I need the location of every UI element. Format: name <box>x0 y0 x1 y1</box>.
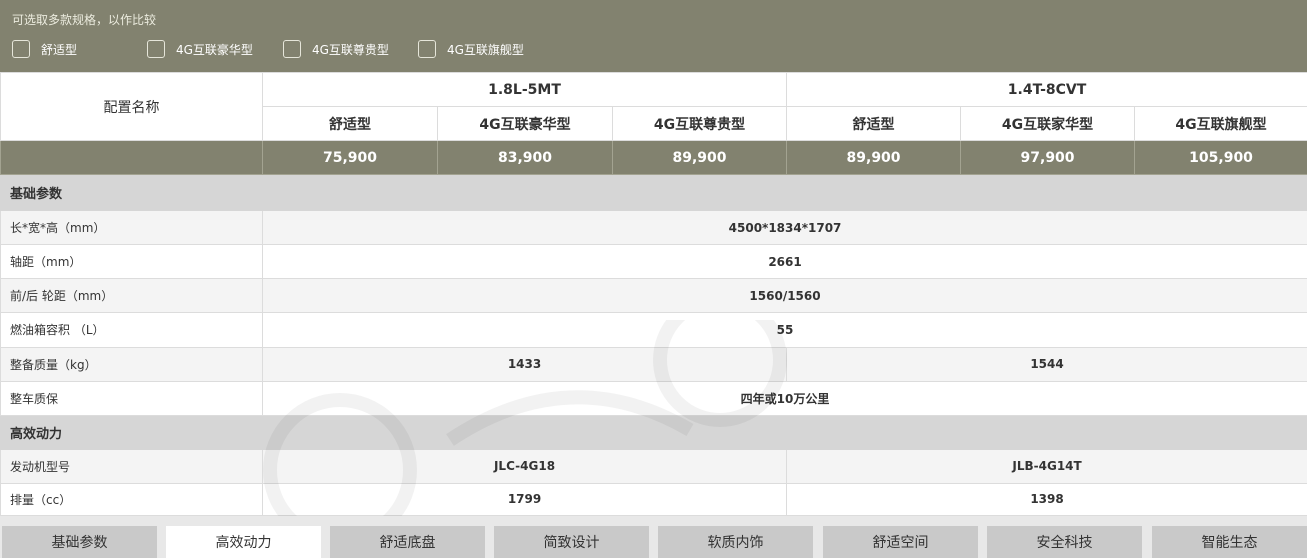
spec-value: 1398 <box>786 482 1307 517</box>
config-name-header: 配置名称 <box>0 71 263 142</box>
tab-comfort-space[interactable]: 舒适空间 <box>823 526 978 558</box>
option-luxury[interactable]: 4G互联豪华型 <box>147 39 283 59</box>
checkbox-comfort[interactable] <box>12 40 30 58</box>
spec-value: 1560/1560 <box>261 278 1307 314</box>
option-label-comfort: 舒适型 <box>41 42 78 57</box>
spec-value: 2661 <box>261 244 1307 280</box>
tab-efficient-power[interactable]: 高效动力 <box>166 526 321 558</box>
spec-label: 轴距（mm） <box>0 244 263 280</box>
group-1-8l-header: 1.8L-5MT <box>261 71 788 108</box>
trim-header: 舒适型 <box>262 106 438 142</box>
spec-row-warranty: 整车质保 四年或10万公里 <box>0 380 1307 416</box>
option-comfort[interactable]: 舒适型 <box>12 39 147 59</box>
spec-value: 四年或10万公里 <box>261 380 1307 416</box>
spec-table: 配置名称 1.8L-5MT 1.4T-8CVT 舒适型 4G互联豪华型 4G互联… <box>0 71 1307 517</box>
tab-soft-interior[interactable]: 软质内饰 <box>658 526 813 558</box>
section-basic-title: 基础参数 <box>0 174 1307 212</box>
trim-header: 4G互联旗舰型 <box>1134 106 1307 142</box>
spec-value: 55 <box>261 312 1307 348</box>
spec-value: 1433 <box>261 346 788 382</box>
spec-row-fuel: 燃油箱容积 （L） 55 <box>0 312 1307 348</box>
group-1-4t-header: 1.4T-8CVT <box>786 71 1307 108</box>
trim-options: 舒适型 4G互联豪华型 4G互联尊贵型 4G互联旗舰型 <box>12 39 548 59</box>
section-basic-row: 基础参数 <box>0 174 1307 212</box>
tab-safety-tech[interactable]: 安全科技 <box>987 526 1142 558</box>
tab-comfort-chassis[interactable]: 舒适底盘 <box>330 526 485 558</box>
option-label-flagship: 4G互联旗舰型 <box>447 42 524 57</box>
spec-label: 前/后 轮距（mm） <box>0 278 263 314</box>
spec-label: 发动机型号 <box>0 448 263 484</box>
spec-value: JLB-4G14T <box>786 448 1307 484</box>
spec-label: 整车质保 <box>0 380 263 416</box>
tab-smart-ecosystem[interactable]: 智能生态 <box>1152 526 1307 558</box>
spec-value: JLC-4G18 <box>261 448 788 484</box>
tab-simple-design[interactable]: 简致设计 <box>494 526 649 558</box>
spec-value: 1544 <box>786 346 1307 382</box>
compare-filter-panel: 可选取多款规格，以作比较 舒适型 4G互联豪华型 4G互联尊贵型 4G互联旗舰型 <box>0 0 1307 72</box>
price-cell: 105,900 <box>1134 140 1307 176</box>
trim-header: 4G互联豪华型 <box>437 106 613 142</box>
price-cell: 83,900 <box>437 140 613 176</box>
option-label-luxury: 4G互联豪华型 <box>176 42 253 57</box>
spec-row-wheelbase: 轴距（mm） 2661 <box>0 244 1307 280</box>
price-label-cell <box>0 140 263 176</box>
spec-row-displacement: 排量（cc） 1799 1398 <box>0 482 1307 517</box>
checkbox-premium[interactable] <box>283 40 301 58</box>
option-premium[interactable]: 4G互联尊贵型 <box>283 39 418 59</box>
compare-hint: 可选取多款规格，以作比较 <box>12 13 157 27</box>
spec-label: 长*宽*高（mm） <box>0 210 263 246</box>
option-flagship[interactable]: 4G互联旗舰型 <box>418 39 548 59</box>
checkbox-flagship[interactable] <box>418 40 436 58</box>
tab-basic-params[interactable]: 基础参数 <box>2 526 157 558</box>
section-power-row: 高效动力 <box>0 414 1307 450</box>
spec-value: 1799 <box>261 482 788 517</box>
group-header-row: 配置名称 1.8L-5MT 1.4T-8CVT <box>0 71 1307 142</box>
option-label-premium: 4G互联尊贵型 <box>312 42 389 57</box>
price-cell: 89,900 <box>786 140 962 176</box>
spec-row-dims: 长*宽*高（mm） 4500*1834*1707 <box>0 210 1307 246</box>
spec-value: 4500*1834*1707 <box>261 210 1307 246</box>
spec-label: 整备质量（kg） <box>0 346 263 382</box>
spec-label: 燃油箱容积 （L） <box>0 312 263 348</box>
trim-header: 4G互联家华型 <box>960 106 1136 142</box>
price-cell: 97,900 <box>960 140 1136 176</box>
checkbox-luxury[interactable] <box>147 40 165 58</box>
section-power-title: 高效动力 <box>0 414 1307 450</box>
spec-row-weight: 整备质量（kg） 1433 1544 <box>0 346 1307 382</box>
section-tabs: 基础参数 高效动力 舒适底盘 简致设计 软质内饰 舒适空间 安全科技 智能生态 <box>0 516 1307 558</box>
trim-header: 4G互联尊贵型 <box>611 106 788 142</box>
price-row: 75,900 83,900 89,900 89,900 97,900 105,9… <box>0 140 1307 176</box>
price-cell: 89,900 <box>611 140 788 176</box>
spec-row-engine: 发动机型号 JLC-4G18 JLB-4G14T <box>0 448 1307 484</box>
price-cell: 75,900 <box>262 140 438 176</box>
spec-label: 排量（cc） <box>0 482 263 517</box>
trim-header: 舒适型 <box>786 106 962 142</box>
spec-row-track: 前/后 轮距（mm） 1560/1560 <box>0 278 1307 314</box>
